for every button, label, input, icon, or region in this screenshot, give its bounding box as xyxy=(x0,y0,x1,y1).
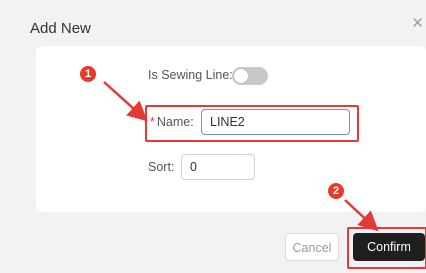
toggle-knob xyxy=(234,69,248,83)
sewing-line-toggle[interactable] xyxy=(232,67,268,85)
step-1-badge: 1 xyxy=(80,66,96,82)
close-icon[interactable]: × xyxy=(412,14,423,33)
dialog-title: Add New xyxy=(30,20,91,37)
cancel-button[interactable]: Cancel xyxy=(285,233,339,261)
confirm-button[interactable]: Confirm xyxy=(353,233,425,261)
add-new-dialog: Add New × Is Sewing Line: * Name: LINE2 S… xyxy=(0,0,426,273)
name-input[interactable]: LINE2 xyxy=(201,109,350,135)
dialog-header: Add New × xyxy=(0,0,426,42)
name-label-text: Name: xyxy=(156,115,194,129)
sort-label: Sort: xyxy=(148,160,175,174)
sewing-line-label: Is Sewing Line: xyxy=(148,68,233,82)
name-label: * Name: xyxy=(150,115,194,129)
step-2-badge: 2 xyxy=(328,183,344,199)
sort-input[interactable]: 0 xyxy=(181,154,255,180)
required-mark: * xyxy=(150,115,155,129)
